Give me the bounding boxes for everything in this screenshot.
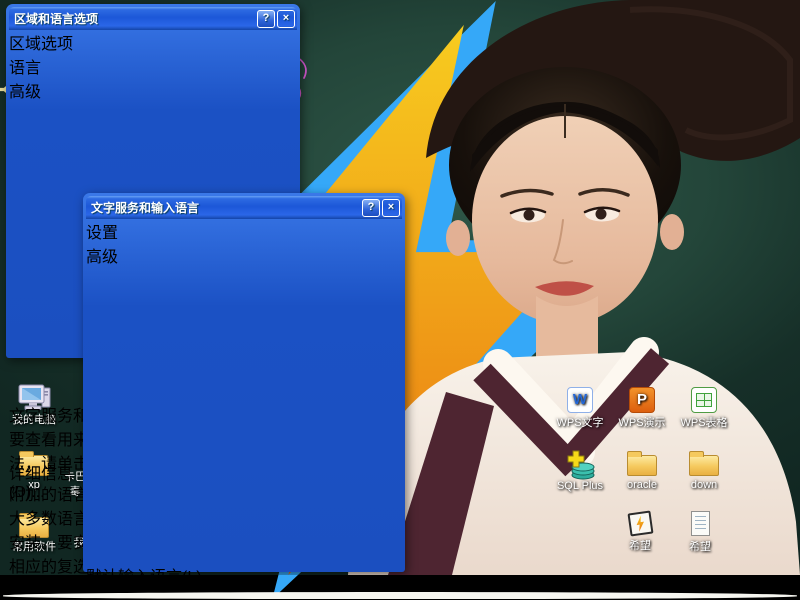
help-button[interactable]: ? [362, 199, 380, 217]
tab-languages[interactable]: 语言 [9, 54, 297, 78]
desktop-icon-down[interactable]: down [672, 450, 736, 493]
dialog1-titlebar[interactable]: 区域和语言选项 ? × [9, 7, 297, 30]
close-button[interactable]: × [277, 10, 295, 28]
wps-spreadsheet-icon [691, 387, 717, 413]
wps-presentation-icon: P [629, 387, 655, 413]
wps-writer-icon: W [567, 387, 593, 413]
group-default-input-language: 默认输入语言(L) 选择计算机启动时要使用的一个已安装的输入语言。 中文(中国)… [86, 563, 376, 575]
sqlplus-icon [564, 450, 596, 480]
icon-label: oracle [610, 479, 674, 493]
icon-label: 希望 [668, 541, 732, 555]
tab-advanced[interactable]: 高级 [9, 78, 297, 102]
icon-label: 希望 [608, 540, 672, 554]
folder-icon [689, 455, 719, 476]
dialog1-title: 区域和语言选项 [14, 10, 98, 27]
desktop: 我的电脑 xp 常用软件 卡巴 毒 我 W WPS文字 P WPS演示 WPS表… [0, 0, 800, 575]
icon-label: WPS表格 [672, 417, 736, 431]
close-button[interactable]: × [382, 199, 400, 217]
desktop-icon-wps-writer[interactable]: W WPS文字 [548, 385, 612, 431]
desktop-icon-winamp[interactable]: 希望 [608, 508, 672, 554]
desktop-icon-sqlplus[interactable]: SQL Plus [548, 450, 612, 494]
dialog2-body: 设置 高级 默认输入语言(L) 选择计算机启动时要使用的一个已安装的输入语言。 … [86, 219, 402, 569]
dialog2-titlebar[interactable]: 文字服务和输入语言 ? × [86, 196, 402, 219]
dialog2-tab-panel [86, 267, 392, 563]
icon-label: SQL Plus [548, 480, 612, 494]
desktop-icon-notepad-file[interactable]: 希望 [668, 507, 732, 555]
desktop-icon-wps-spreadsheet[interactable]: WPS表格 [672, 385, 736, 431]
text-file-icon [691, 511, 710, 536]
icon-label: WPS文字 [548, 417, 612, 431]
tab-advanced[interactable]: 高级 [86, 243, 402, 267]
desktop-icon-oracle[interactable]: oracle [610, 450, 674, 493]
group-title: 默认输入语言(L) [86, 563, 376, 575]
dialog-text-services-input-languages: 文字服务和输入语言 ? × 设置 高级 默认输入语言(L) 选择计算机启动时要使… [83, 193, 405, 572]
dialog2-title: 文字服务和输入语言 [91, 199, 199, 216]
help-button[interactable]: ? [257, 10, 275, 28]
folder-icon [627, 455, 657, 476]
details-button[interactable]: 详细信息(D)... [9, 460, 83, 481]
winamp-icon [627, 511, 653, 537]
tab-regional-options[interactable]: 区域选项 [9, 30, 297, 54]
tab-settings[interactable]: 设置 [86, 219, 402, 243]
icon-label: down [672, 479, 736, 493]
desktop-icon-wps-presentation[interactable]: P WPS演示 [610, 385, 674, 431]
icon-label: WPS演示 [610, 417, 674, 431]
